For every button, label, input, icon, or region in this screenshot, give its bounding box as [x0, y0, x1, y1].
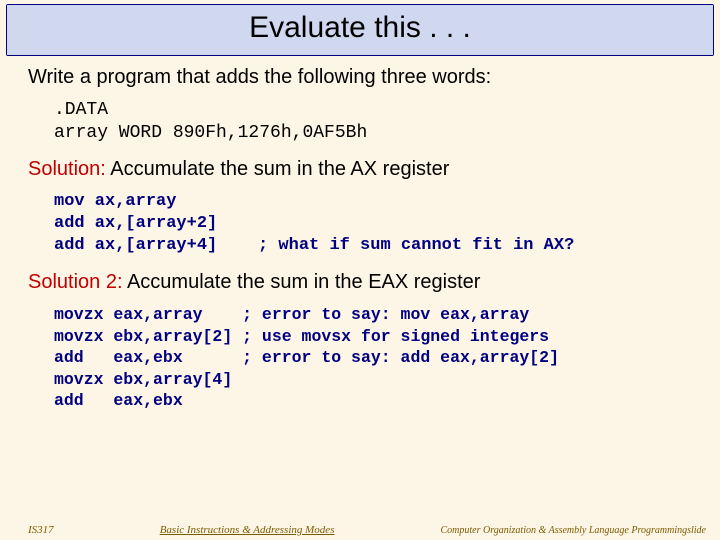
- footer-left: IS317: [28, 524, 54, 536]
- solution-2-label: Solution 2:: [28, 271, 123, 293]
- code-data-section: .DATA array WORD 890Fh,1276h,0AF5Bh: [54, 99, 692, 144]
- solution-1-text: Accumulate the sum in the AX register: [106, 158, 450, 180]
- slide-footer: IS317 Basic Instructions & Addressing Mo…: [0, 524, 720, 540]
- slide-content: Write a program that adds the following …: [0, 64, 720, 524]
- solution-2-heading: Solution 2: Accumulate the sum in the EA…: [28, 271, 692, 294]
- code-solution-2: movzx eax,array ; error to say: mov eax,…: [54, 304, 692, 411]
- title-bar: Evaluate this . . .: [6, 4, 714, 56]
- slide-title: Evaluate this . . .: [7, 5, 713, 55]
- solution-1-label: Solution:: [28, 158, 106, 180]
- footer-right: Computer Organization & Assembly Languag…: [441, 525, 706, 536]
- footer-mid: Basic Instructions & Addressing Modes: [160, 524, 335, 536]
- code-solution-1: mov ax,array add ax,[array+2] add ax,[ar…: [54, 191, 692, 257]
- prompt-text: Write a program that adds the following …: [28, 66, 692, 89]
- slide-root: Evaluate this . . . Write a program that…: [0, 0, 720, 540]
- solution-2-text: Accumulate the sum in the EAX register: [123, 271, 481, 293]
- solution-1-heading: Solution: Accumulate the sum in the AX r…: [28, 158, 692, 181]
